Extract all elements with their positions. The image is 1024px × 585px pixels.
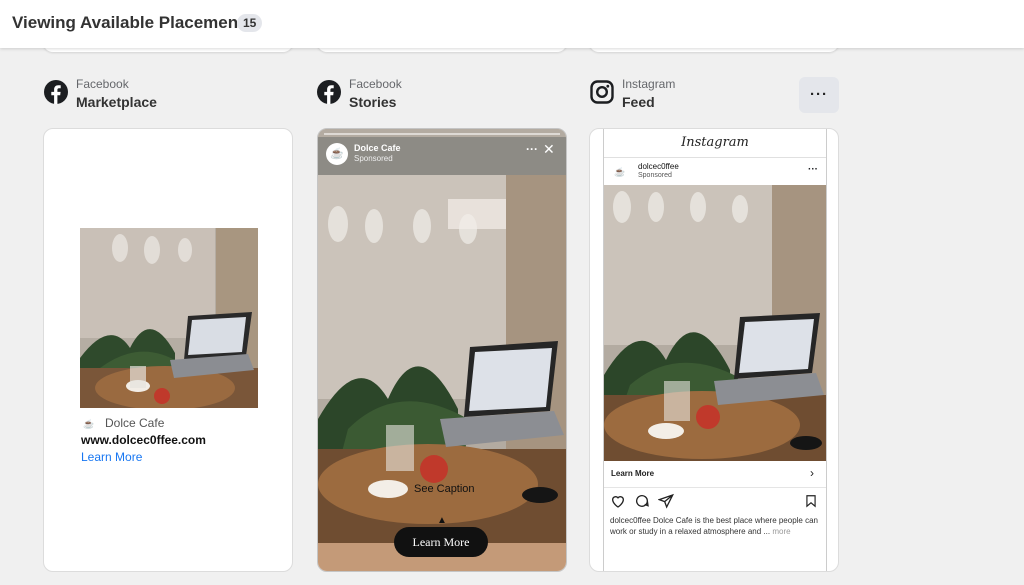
share-icon[interactable] — [658, 493, 674, 509]
placement-header-marketplace: Facebook Marketplace — [44, 77, 244, 113]
platform-name: Facebook — [76, 77, 129, 91]
preview-card-marketplace[interactable]: ☕ Dolce Cafe www.dolcec0ffee.com Learn M… — [43, 128, 293, 572]
comment-icon[interactable] — [634, 493, 650, 509]
chevron-right-icon: › — [810, 466, 814, 480]
platform-name: Instagram — [622, 77, 676, 91]
cafe-photo — [318, 129, 566, 543]
placement-name: Stories — [349, 94, 397, 110]
page-title: Viewing Available Placements — [12, 13, 254, 32]
brand-avatar-icon: ☕ — [614, 167, 626, 177]
ig-username: dolcec0ffee — [638, 162, 679, 171]
placement-header-instagram-feed: Instagram Feed — [590, 77, 790, 113]
ig-action-bar — [610, 493, 820, 511]
ad-brand-name: Dolce Cafe — [105, 416, 165, 430]
cafe-photo — [80, 228, 258, 408]
ad-url: www.dolcec0ffee.com — [81, 433, 206, 447]
heart-icon[interactable] — [610, 493, 626, 509]
brand-avatar-icon: ☕ — [326, 143, 348, 165]
more-options-button[interactable]: ··· — [799, 77, 839, 113]
placement-name: Feed — [622, 94, 655, 110]
divider — [604, 157, 826, 158]
preview-card-instagram-feed[interactable]: Instagram ☕ dolcec0ffee Sponsored ··· Le… — [589, 128, 839, 572]
more-dots-icon: ··· — [810, 86, 828, 103]
learn-more-button[interactable]: Learn More — [394, 527, 488, 557]
ig-learn-more-row[interactable]: Learn More › — [604, 461, 826, 488]
ig-caption: dolcec0ffee Dolce Cafe is the best place… — [610, 515, 820, 537]
instagram-feed-preview: Instagram ☕ dolcec0ffee Sponsored ··· Le… — [603, 129, 827, 571]
bookmark-icon[interactable] — [804, 493, 818, 509]
top-bar: Viewing Available Placements 15 — [0, 0, 1024, 48]
facebook-icon — [317, 80, 341, 104]
ig-caption-more[interactable]: more — [772, 527, 790, 536]
platform-name: Facebook — [349, 77, 402, 91]
see-caption-label[interactable]: See Caption — [414, 483, 475, 495]
ig-more-icon[interactable]: ··· — [808, 164, 818, 175]
story-progress-bar — [324, 133, 560, 135]
story-close-icon[interactable]: ✕ — [543, 141, 555, 158]
ig-sponsored-label: Sponsored — [638, 172, 672, 179]
cafe-photo — [604, 185, 826, 461]
story-more-icon[interactable]: ··· — [526, 142, 538, 156]
instagram-logo: Instagram — [681, 135, 749, 150]
ig-learn-more-label: Learn More — [611, 469, 655, 478]
placement-count-badge: 15 — [237, 14, 263, 32]
story-brand-name: Dolce Cafe — [354, 143, 401, 153]
placement-name: Marketplace — [76, 94, 157, 110]
facebook-icon — [44, 80, 68, 104]
placement-header-stories: Facebook Stories — [317, 77, 517, 113]
brand-avatar-icon: ☕ — [83, 419, 95, 429]
learn-more-link[interactable]: Learn More — [81, 450, 142, 464]
story-header: ☕ Dolce Cafe Sponsored ··· ✕ — [318, 137, 566, 175]
ig-caption-user: dolcec0ffee — [610, 516, 651, 525]
preview-card-stories[interactable]: ☕ Dolce Cafe Sponsored ··· ✕ See Caption… — [317, 128, 567, 572]
story-sponsored-label: Sponsored — [354, 154, 393, 163]
marketplace-ad-preview: ☕ Dolce Cafe www.dolcec0ffee.com Learn M… — [80, 195, 258, 507]
instagram-icon — [590, 80, 614, 104]
chevron-up-icon: ▲ — [437, 515, 447, 526]
